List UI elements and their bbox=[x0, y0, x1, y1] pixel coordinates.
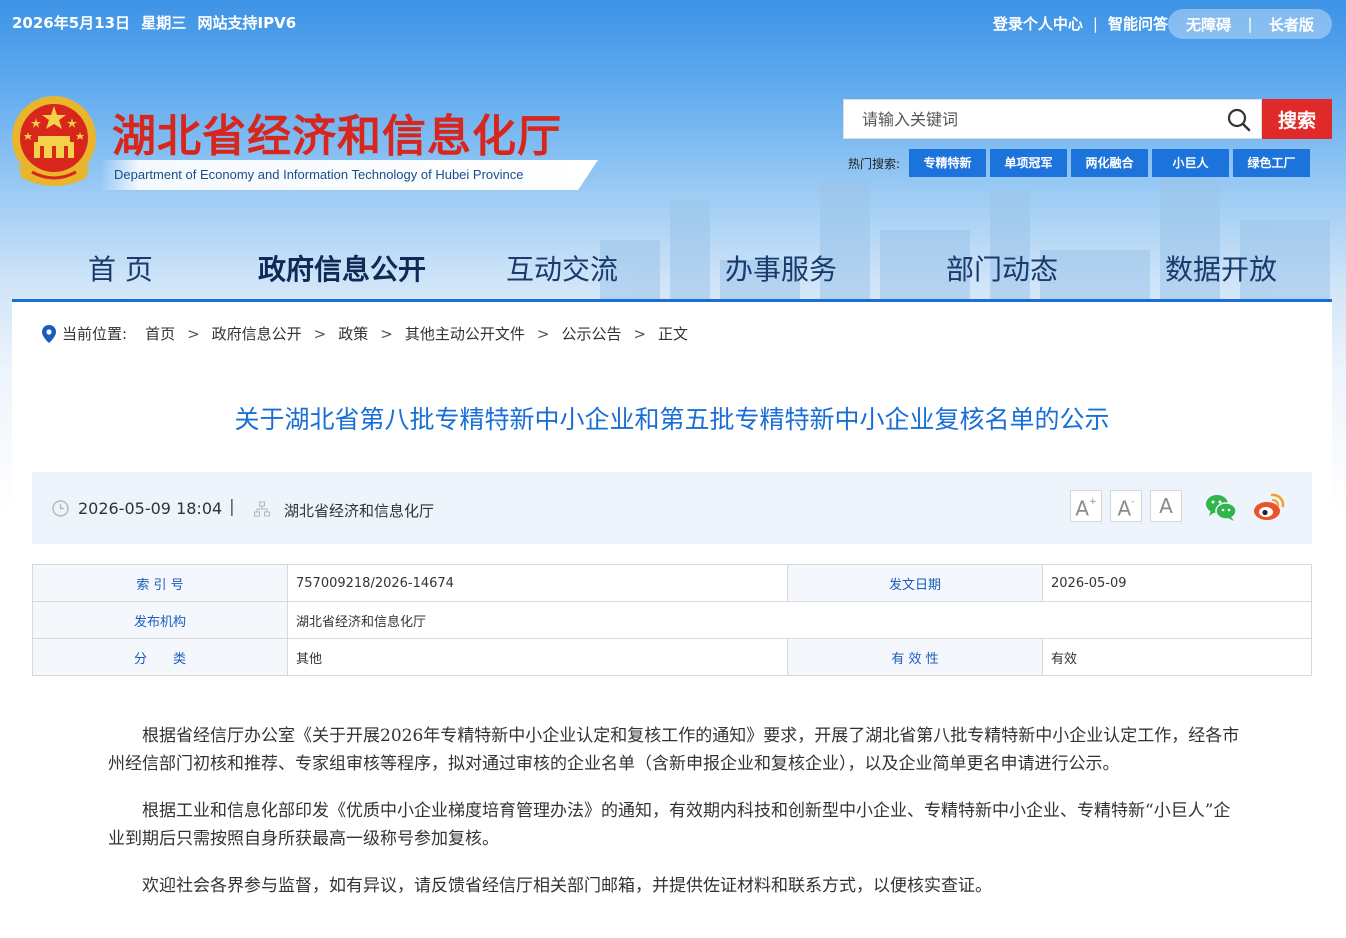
hot-tag-zjtx[interactable]: 专精特新 bbox=[909, 149, 987, 177]
index-value: 757009218/2026-14674 bbox=[287, 564, 788, 602]
breadcrumb-separator: > bbox=[380, 324, 393, 343]
hot-search: 热门搜索: 专精特新 单项冠军 两化融合 小巨人 绿色工厂 bbox=[848, 149, 1314, 177]
font-decrease-sup: - bbox=[1131, 497, 1135, 507]
search-icon[interactable] bbox=[1227, 108, 1251, 132]
article-meta-bar: 2026-05-09 18:04 | 湖北省经济和信息化厅 A+ A- A bbox=[32, 472, 1312, 544]
breadcrumb-label: 当前位置: bbox=[62, 325, 128, 343]
hot-tag-xjr[interactable]: 小巨人 bbox=[1152, 149, 1230, 177]
issuer-label: 发布机构 bbox=[32, 601, 288, 639]
breadcrumb-separator: > bbox=[633, 324, 647, 343]
breadcrumb-separator: > bbox=[187, 324, 200, 343]
category-value: 其他 bbox=[287, 638, 788, 676]
elder-mode-link[interactable]: 长者版 bbox=[1269, 14, 1314, 35]
accessibility-switch: 无障碍 | 长者版 bbox=[1168, 9, 1332, 39]
national-emblem-icon bbox=[12, 96, 96, 186]
issue-date-value: 2026-05-09 bbox=[1042, 564, 1312, 602]
font-decrease-label: A bbox=[1117, 496, 1132, 521]
meta-divider: | bbox=[229, 497, 235, 517]
table-row: 分 类 其他 有 效 性 有效 bbox=[32, 638, 1312, 676]
issuer-value: 湖北省经济和信息化厅 bbox=[287, 601, 1312, 639]
breadcrumb-current: 正文 bbox=[658, 325, 689, 343]
font-increase-label: A bbox=[1075, 496, 1090, 521]
body-paragraph: 根据省经信厅办公室《关于开展2026年专精特新中小企业认定和复核工作的通知》要求… bbox=[108, 726, 1240, 774]
table-row: 索 引 号 757009218/2026-14674 发文日期 2026-05-… bbox=[32, 564, 1312, 602]
font-decrease-button[interactable]: A- bbox=[1110, 490, 1142, 522]
category-label: 分 类 bbox=[32, 638, 288, 676]
breadcrumb-separator: > bbox=[313, 324, 327, 343]
location-pin-icon bbox=[42, 324, 56, 343]
main-content: 当前位置: 首页 > 政府信息公开 > 政策 > 其他主动公开文件 > 公示公告… bbox=[12, 302, 1332, 938]
font-increase-sup: + bbox=[1089, 497, 1097, 507]
top-bar: 2026年5月13日 星期三 网站支持IPV6 登录个人中心 | 智能问答 无障碍 … bbox=[0, 0, 1346, 48]
document-info-table: 索 引 号 757009218/2026-14674 发文日期 2026-05-… bbox=[32, 564, 1312, 676]
ipv6-notice: 网站支持IPV6 bbox=[197, 14, 297, 32]
font-reset-button[interactable]: A bbox=[1150, 490, 1182, 522]
font-increase-button[interactable]: A+ bbox=[1070, 490, 1102, 522]
clock-icon bbox=[52, 500, 69, 517]
breadcrumb-notices[interactable]: 公示公告 bbox=[561, 323, 621, 344]
qa-link[interactable]: 智能问答 bbox=[1108, 15, 1168, 33]
index-label: 索 引 号 bbox=[32, 564, 288, 602]
validity-label: 有 效 性 bbox=[787, 638, 1043, 676]
nav-open-data[interactable]: 数据开放 bbox=[1165, 248, 1277, 288]
breadcrumb-other-files[interactable]: 其他主动公开文件 bbox=[405, 323, 525, 344]
site-subtitle: Department of Economy and Information Te… bbox=[100, 160, 598, 190]
publish-datetime: 2026-05-09 18:04 bbox=[78, 499, 223, 518]
search-button[interactable]: 搜索 bbox=[1262, 99, 1332, 139]
nav-interaction[interactable]: 互动交流 bbox=[506, 248, 618, 288]
search-box bbox=[843, 99, 1262, 139]
nav-home[interactable]: 首 页 bbox=[88, 248, 153, 288]
article-title: 关于湖北省第八批专精特新中小企业和第五批专精特新中小企业复核名单的公示 bbox=[234, 405, 1110, 434]
breadcrumb-home[interactable]: 首页 bbox=[145, 323, 175, 344]
site-title: 湖北省经济和信息化厅 bbox=[112, 111, 562, 162]
nav-dept-news[interactable]: 部门动态 bbox=[946, 248, 1058, 288]
top-links: 登录个人中心 | 智能问答 bbox=[992, 15, 1168, 33]
nav-services[interactable]: 办事服务 bbox=[725, 248, 837, 288]
main-nav: 首 页 政府信息公开 互动交流 办事服务 部门动态 数据开放 bbox=[12, 238, 1332, 302]
search-input[interactable] bbox=[844, 100, 1214, 138]
nav-gov-info[interactable]: 政府信息公开 bbox=[258, 248, 426, 288]
breadcrumb-policy[interactable]: 政策 bbox=[338, 323, 368, 344]
validity-value: 有效 bbox=[1042, 638, 1312, 676]
hot-tag-lsgc[interactable]: 绿色工厂 bbox=[1233, 149, 1311, 177]
breadcrumb-separator: > bbox=[536, 324, 550, 343]
breadcrumb-gov-info[interactable]: 政府信息公开 bbox=[212, 323, 302, 344]
table-row: 发布机构 湖北省经济和信息化厅 bbox=[32, 601, 1312, 639]
hot-tag-dxgj[interactable]: 单项冠军 bbox=[990, 149, 1068, 177]
font-reset-label: A bbox=[1159, 494, 1173, 518]
wechat-icon[interactable] bbox=[1204, 490, 1238, 524]
breadcrumb: 当前位置: 首页 > 政府信息公开 > 政策 > 其他主动公开文件 > 公示公告… bbox=[42, 323, 688, 344]
issue-date-label: 发文日期 bbox=[787, 564, 1043, 602]
current-date: 2026年5月13日 bbox=[12, 14, 131, 32]
hot-tag-lhrh[interactable]: 两化融合 bbox=[1071, 149, 1149, 177]
accessible-mode-link[interactable]: 无障碍 bbox=[1186, 14, 1231, 35]
org-icon bbox=[254, 501, 270, 517]
body-paragraph: 欢迎社会各界参与监督，如有异议，请反馈省经信厅相关部门邮箱，并提供佐证材料和联系… bbox=[142, 876, 992, 896]
body-paragraph: 根据工业和信息化部印发《优质中小企业梯度培育管理办法》的通知，有效期内科技和创新… bbox=[108, 801, 1231, 849]
article-body: 根据省经信厅办公室《关于开展2026年专精特新中小企业认定和复核工作的通知》要求… bbox=[108, 722, 1240, 919]
publish-source: 湖北省经济和信息化厅 bbox=[284, 502, 435, 520]
top-date: 2026年5月13日 星期三 网站支持IPV6 bbox=[12, 12, 302, 33]
login-link[interactable]: 登录个人中心 bbox=[993, 15, 1083, 33]
hot-search-label: 热门搜索: bbox=[848, 156, 901, 171]
current-weekday: 星期三 bbox=[141, 14, 187, 32]
weibo-icon[interactable] bbox=[1252, 490, 1286, 524]
